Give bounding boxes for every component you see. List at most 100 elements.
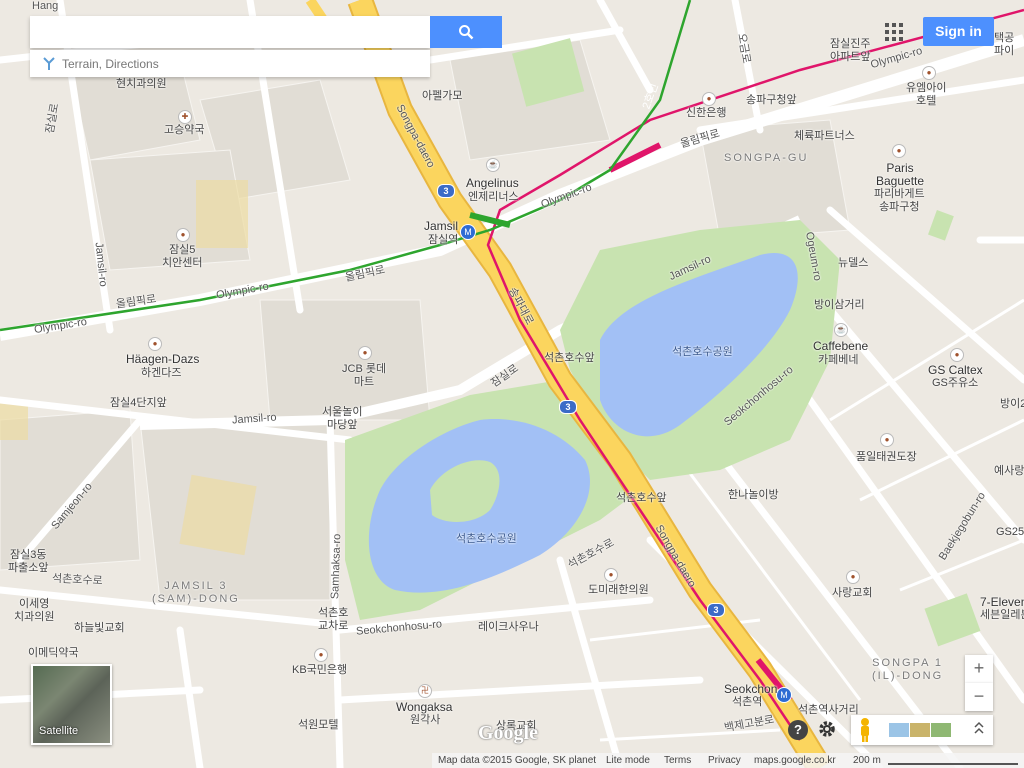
search-button[interactable] [430, 16, 502, 48]
label-yesarang: 예사랑 [994, 465, 1024, 477]
bank-icon: ● [702, 92, 716, 106]
label-seven-ko: 세븐일레븐 [980, 609, 1024, 621]
search-box[interactable] [30, 16, 436, 48]
temple-icon: 卍 [418, 684, 432, 698]
label-jamsil-station-ko: 잠실역 [428, 234, 459, 246]
gas-station-icon: ● [950, 348, 964, 362]
label-seokchon-station-ko: 석촌역 [732, 696, 763, 708]
cafe-icon-caffebene: ☕ [834, 323, 848, 337]
site-link[interactable]: maps.google.co.kr [754, 753, 836, 768]
label-sarang: 사랑교회 [832, 587, 873, 599]
label-caffebene: Caffebene [813, 339, 869, 353]
ice-cream-icon: ● [148, 337, 162, 351]
label-paris-ko: 파리바게트 송파구청 [874, 188, 925, 213]
police-icon: ● [176, 228, 190, 242]
label-songpa-gu: SONGPA-GU [724, 152, 809, 164]
label-seokchonho-gyo: 석촌호 교차로 [318, 607, 349, 632]
label-hana: 한나놀이방 [728, 489, 779, 501]
label-newdelhi: 뉴델스 [838, 257, 869, 269]
label-gs25: GS25 [996, 526, 1024, 538]
label-seokchon-front2: 석촌호수앞 [616, 492, 667, 504]
lite-mode-link[interactable]: Lite mode [606, 753, 650, 768]
label-jamsil4: 잠실4단지앞 [110, 397, 167, 409]
pegman-icon [861, 718, 869, 742]
scale-label: 200 m [853, 755, 881, 766]
gym-icon: ● [880, 433, 894, 447]
bank-icon-kb: ● [314, 648, 328, 662]
label-seokchon-park-west: 석촌호수공원 [456, 533, 517, 545]
google-logo: Google [478, 722, 538, 744]
label-haagen: Häagen-Dazs [126, 352, 200, 366]
clinic-icon: ● [604, 568, 618, 582]
label-sports: 체륙파트너스 [794, 130, 855, 142]
terms-link[interactable]: Terms [664, 753, 691, 768]
cafe-icon: ☕ [486, 158, 500, 172]
privacy-link[interactable]: Privacy [708, 753, 741, 768]
scale-bar [888, 763, 1018, 765]
label-jamsil3-dong: JAMSIL 3 (SAM)-DONG [152, 580, 240, 605]
directions-icon [42, 56, 56, 75]
label-jamsil-jinju: 잠실진주 아파트앞 [830, 38, 871, 63]
label-seogwon: 석원모텔 [298, 719, 339, 731]
map-canvas[interactable]: 3 3 3 M M Hang 현치과의원 잠실로 ✚ 고승약국 ● 잠실5 치안센… [0, 0, 1024, 768]
mart-icon: ● [358, 346, 372, 360]
zoom-in-button[interactable]: + [965, 655, 993, 683]
gear-icon[interactable] [816, 718, 838, 740]
metro-station-icon-seokchon[interactable]: M [776, 687, 792, 703]
label-ise: 이세영 치과의원 [14, 598, 55, 623]
label-pumil: 품일태권도장 [856, 451, 917, 463]
label-haagen-ko: 하겐다즈 [141, 367, 182, 379]
label-goseung: 고승약국 [164, 124, 205, 136]
label-hang: Hang [32, 0, 59, 12]
label-haneul: 하늘빛교회 [74, 622, 125, 634]
layers-bar[interactable] [851, 715, 993, 745]
map-data-attribution: Map data ©2015 Google, SK planet [438, 755, 597, 766]
label-wongaksa: Wongaksa [396, 700, 453, 714]
label-caffebene-ko: 카페베네 [818, 354, 859, 366]
label-seoul-play: 서울놀이 마당앞 [322, 406, 363, 431]
label-jcb: JCB 롯데 마트 [342, 363, 387, 388]
label-lake-sauna: 레이크사우나 [478, 621, 539, 633]
label-jamsil5: 잠실5 치안센터 [162, 244, 203, 269]
label-kb: KB국민은행 [292, 664, 348, 676]
apps-grid-icon[interactable] [883, 21, 905, 43]
label-domirae: 도미래한의원 [588, 584, 649, 596]
footer-bar: Map data ©2015 Google, SK planet Lite mo… [432, 753, 1024, 768]
search-input[interactable] [30, 16, 436, 46]
map-base-layer [0, 0, 1024, 768]
label-taekgong: 택공 파이 [994, 32, 1015, 57]
search-icon [459, 25, 474, 40]
label-samhaksa-ro: Samhaksa-ro [329, 533, 344, 600]
label-seokchon-station: Seokchon [724, 682, 778, 696]
zoom-out-button[interactable]: − [965, 683, 993, 711]
hotel-icon: ● [922, 66, 936, 80]
route-3-shield-mid: 3 [559, 400, 577, 414]
label-um-hotel: 유엠아이 호텔 [906, 82, 947, 107]
label-jamsil-station: Jamsil [424, 219, 459, 233]
label-bangi2: 방이2 [1000, 398, 1024, 410]
sign-in-button[interactable]: Sign in [923, 17, 994, 46]
label-seokchon-park-east: 석촌호수공원 [672, 346, 733, 358]
hint-text: Terrain, Directions [62, 57, 159, 71]
satellite-label: Satellite [39, 725, 79, 737]
label-angelinus: Angelinus [466, 176, 519, 190]
label-paris: Paris Baguette [876, 161, 925, 188]
search-hint-bar[interactable]: Terrain, Directions [30, 50, 430, 77]
label-jamsil3: 잠실3동 파출소앞 [8, 549, 49, 574]
label-wongaksa-ko: 원각사 [410, 714, 441, 726]
label-seven-eleven: 7-Eleven [980, 595, 1024, 609]
label-angelinus-ko: 엔제리너스 [468, 191, 519, 203]
satellite-toggle[interactable]: Satellite [31, 664, 112, 745]
label-seokchon-front: 석촌호수앞 [544, 352, 595, 364]
label-gs-caltex: GS Caltex [928, 363, 983, 377]
help-icon[interactable]: ? [788, 720, 808, 740]
route-3-shield-s: 3 [707, 603, 725, 617]
label-seokchon-ko-left: 석촌호수로 [51, 572, 103, 588]
label-clinic: 현치과의원 [116, 78, 167, 90]
label-gs-ko: GS주유소 [932, 377, 979, 389]
label-songpa-office: 송파구청앞 [746, 94, 797, 106]
label-shinhan: 신한은행 [686, 107, 727, 119]
label-apple: 아펠가모 [422, 90, 463, 102]
metro-station-icon[interactable]: M [460, 224, 476, 240]
church-icon: ● [846, 570, 860, 584]
